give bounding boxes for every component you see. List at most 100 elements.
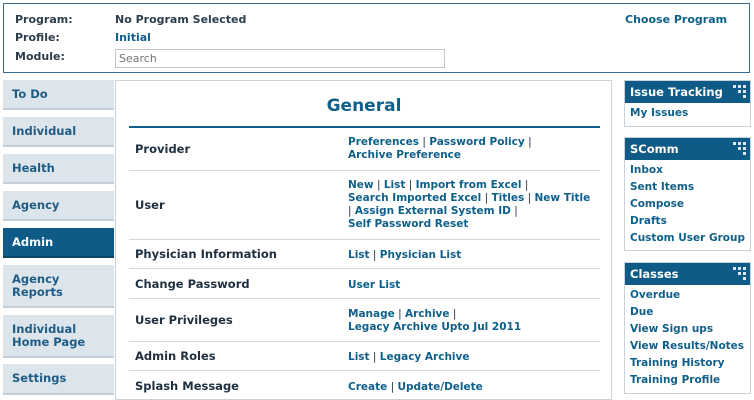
nav-item-individual-home-page[interactable]: Individual Home Page [3, 315, 114, 358]
panel-header: Classes [625, 263, 750, 285]
link-assign-external-id[interactable]: Assign External System ID [355, 205, 511, 217]
link-physician-list[interactable]: Physician List [380, 249, 461, 261]
link-import-excel[interactable]: Import from Excel [416, 179, 522, 191]
nav-item-settings[interactable]: Settings [3, 364, 114, 395]
row-links: List | Legacy Archive [348, 351, 470, 364]
row-label: User Privileges [135, 313, 233, 327]
link-separator: | [449, 308, 457, 320]
link-physician-list-short[interactable]: List [348, 249, 370, 261]
main-panel: General Provider Preferences | Password … [115, 80, 612, 400]
nav-item-individual[interactable]: Individual [3, 117, 114, 147]
link-new-title[interactable]: New Title [534, 192, 590, 204]
link-archive-preference[interactable]: Archive Preference [348, 149, 461, 161]
panel-link-compose[interactable]: Compose [625, 196, 750, 213]
nav-item-label: Health [12, 160, 55, 175]
link-splash-create[interactable]: Create [348, 381, 387, 393]
panel-link-sent-items[interactable]: Sent Items [625, 179, 750, 196]
link-separator: | [369, 249, 380, 261]
nav-item-label: Individual Home Page [12, 321, 86, 349]
choose-program-link[interactable]: Choose Program [625, 13, 727, 26]
link-separator: | [419, 136, 430, 148]
row-links: List | Physician List [348, 249, 461, 262]
link-password-policy[interactable]: Password Policy [429, 136, 524, 148]
link-roles-legacy-archive[interactable]: Legacy Archive [380, 351, 470, 363]
module-label: Module: [15, 50, 65, 63]
row-label: User [135, 198, 165, 212]
link-separator: | [510, 205, 518, 217]
link-separator: | [521, 179, 529, 191]
grip-dots-icon[interactable] [733, 267, 746, 280]
link-separator: | [369, 351, 380, 363]
grip-dots-icon[interactable] [733, 85, 746, 98]
nav-item-todo[interactable]: To Do [3, 80, 114, 110]
link-separator: | [387, 381, 398, 393]
link-password-user-list[interactable]: User List [348, 279, 400, 291]
row-label: Change Password [135, 277, 250, 291]
link-new-user[interactable]: New [348, 179, 374, 191]
panel-link-drafts[interactable]: Drafts [625, 213, 750, 230]
nav-item-agency[interactable]: Agency [3, 191, 114, 221]
row-label: Physician Information [135, 247, 277, 261]
panel-link-view-results-notes[interactable]: View Results/Notes [625, 338, 750, 355]
nav-item-label: To Do [12, 86, 48, 101]
row-label: Splash Message [135, 379, 239, 393]
program-label: Program: [15, 13, 73, 26]
panel-link-due[interactable]: Due [625, 304, 750, 321]
nav-item-label: Agency [12, 197, 60, 212]
nav-item-label: Agency Reports [12, 271, 63, 299]
row-links: Create | Update/Delete [348, 381, 483, 394]
panel-title: SComm [630, 142, 679, 156]
link-search-imported-excel[interactable]: Search Imported Excel [348, 192, 481, 204]
nav-item-label: Individual [12, 123, 77, 138]
panel-header: SComm [625, 138, 750, 160]
panel-link-training-profile[interactable]: Training Profile [625, 372, 750, 389]
row-label: Provider [135, 142, 191, 156]
admin-row-provider: Provider Preferences | Password Policy |… [129, 129, 600, 171]
panel-link-training-history[interactable]: Training History [625, 355, 750, 372]
row-links: Manage | Archive | Legacy Archive Upto J… [348, 308, 521, 334]
link-self-password-reset[interactable]: Self Password Reset [348, 218, 468, 230]
panel-header: Issue Tracking [625, 81, 750, 103]
classes-panel: Classes Overdue Due View Sign ups View R… [624, 262, 751, 394]
link-archive-privileges[interactable]: Archive [405, 308, 450, 320]
panel-link-custom-user-group[interactable]: Custom User Group [625, 230, 750, 247]
link-manage-privileges[interactable]: Manage [348, 308, 395, 320]
nav-item-agency-reports[interactable]: Agency Reports [3, 265, 114, 308]
profile-value-link[interactable]: Initial [115, 31, 151, 44]
link-preferences[interactable]: Preferences [348, 136, 419, 148]
program-value: No Program Selected [115, 13, 247, 26]
header-bar: Program: No Program Selected Profile: In… [3, 3, 750, 73]
admin-row-change-password: Change Password User List [129, 269, 600, 299]
row-links: User List [348, 279, 400, 292]
link-separator: | [394, 308, 405, 320]
panel-link-overdue[interactable]: Overdue [625, 287, 750, 304]
panel-link-view-sign-ups[interactable]: View Sign ups [625, 321, 750, 338]
title-divider [129, 126, 600, 128]
scomm-panel: SComm Inbox Sent Items Compose Drafts Cu… [624, 137, 751, 251]
link-separator: | [348, 205, 355, 217]
link-user-list[interactable]: List [384, 179, 406, 191]
panel-title: Classes [630, 267, 679, 281]
link-separator: | [524, 136, 532, 148]
link-legacy-archive-jul-2011[interactable]: Legacy Archive Upto Jul 2011 [348, 321, 521, 333]
link-separator: | [481, 192, 492, 204]
nav-item-admin[interactable]: Admin [3, 228, 114, 258]
grip-dots-icon[interactable] [733, 142, 746, 155]
link-separator: | [405, 179, 416, 191]
link-roles-list[interactable]: List [348, 351, 370, 363]
nav-item-label: Admin [12, 234, 54, 249]
row-links: Preferences | Password Policy | Archive … [348, 136, 532, 162]
link-titles[interactable]: Titles [491, 192, 524, 204]
panel-link-inbox[interactable]: Inbox [625, 162, 750, 179]
module-search-input[interactable] [115, 49, 445, 68]
admin-row-user-privileges: User Privileges Manage | Archive | Legac… [129, 299, 600, 342]
link-separator: | [373, 179, 384, 191]
admin-row-user: User New | List | Import from Excel | Se… [129, 171, 600, 240]
admin-row-admin-roles: Admin Roles List | Legacy Archive [129, 342, 600, 371]
panel-link-my-issues[interactable]: My Issues [625, 105, 750, 122]
nav-item-health[interactable]: Health [3, 154, 114, 184]
row-label: Admin Roles [135, 349, 216, 363]
link-splash-update-delete[interactable]: Update/Delete [397, 381, 482, 393]
row-links: New | List | Import from Excel | Search … [348, 179, 590, 231]
page-title: General [326, 96, 402, 116]
